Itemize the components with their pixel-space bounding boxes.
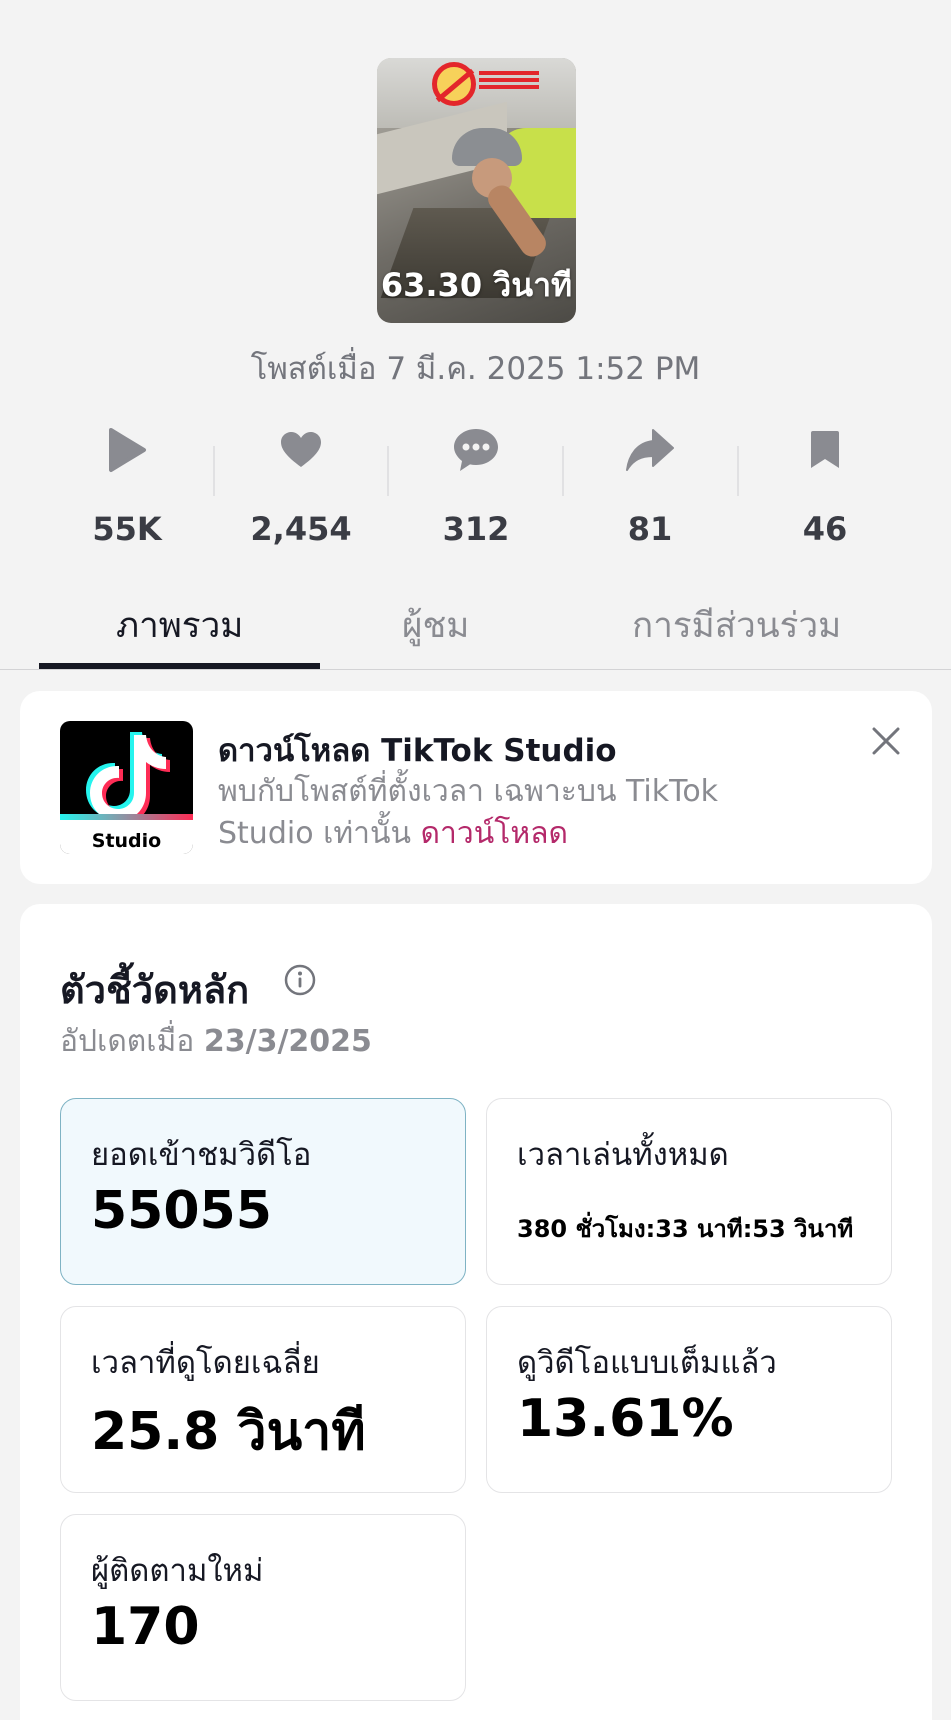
share-icon [575,420,725,480]
updated-value: 23/3/2025 [203,1024,372,1059]
post-analytics-page: 63.30 วินาที โพสต์เมื่อ 7 มี.ค. 2025 1:5… [0,0,951,1720]
play-icon [52,420,202,480]
download-link[interactable]: ดาวน์โหลด [421,816,568,851]
tab-bar: ภาพรวม ผู้ชม การมีส่วนร่วม [0,590,951,670]
metric-value: 55055 [91,1181,272,1241]
stats-row: 55K 2,454 312 81 46 [40,420,910,548]
saves-count: 46 [802,510,848,548]
metric-average-watch-time[interactable]: เวลาที่ดูโดยเฉลี่ย 25.8 วินาที [60,1306,466,1493]
metric-new-followers[interactable]: ผู้ติดตามใหม่ 170 [60,1514,466,1701]
video-duration: 63.30 วินาที [380,266,573,304]
video-thumbnail[interactable]: 63.30 วินาที [377,58,576,323]
stat-saves: 46 [750,420,900,548]
metric-label: ดูวิดีโอแบบเต็มแล้ว [517,1345,777,1381]
tab-engagement[interactable]: การมีส่วนร่วม [632,598,841,653]
stat-comments: 312 [401,420,551,548]
app-icon-label: Studio [91,830,162,852]
divider [562,446,564,496]
divider [387,446,389,496]
tiktok-studio-app-icon: Studio [60,721,193,854]
likes-count: 2,454 [250,510,352,548]
metric-label: ยอดเข้าชมวิดีโอ [91,1137,312,1173]
metrics-title: ตัวชี้วัดหลัก [60,968,250,1012]
shares-count: 81 [627,510,673,548]
download-studio-banner: Studio ดาวน์โหลด TikTok Studio พบกับโพสต… [20,691,932,884]
close-icon[interactable] [868,723,904,759]
logo-badge-text [479,68,539,98]
active-tab-indicator [39,663,320,669]
metric-value: 380 ชั่วโมง:33 นาที:53 วินาที [517,1215,854,1243]
divider [213,446,215,496]
bookmark-icon [750,420,900,480]
updated-date: อัปเดตเมื่อ 23/3/2025 [60,1018,372,1065]
key-metrics-card: ตัวชี้วัดหลัก อัปเดตเมื่อ 23/3/2025 ยอดเ… [20,904,932,1720]
posted-date: โพสต์เมื่อ 7 มี.ค. 2025 1:52 PM [250,351,701,387]
metric-value: 13.61% [517,1389,734,1449]
metric-label: เวลาที่ดูโดยเฉลี่ย [91,1345,320,1381]
info-icon[interactable] [284,964,316,996]
stat-likes: 2,454 [226,420,376,548]
metric-total-play-time[interactable]: เวลาเล่นทั้งหมด 380 ชั่วโมง:33 นาที:53 ว… [486,1098,892,1285]
views-count: 55K [92,510,162,548]
stat-shares: 81 [575,420,725,548]
heart-icon [226,420,376,480]
metric-watched-full-video[interactable]: ดูวิดีโอแบบเต็มแล้ว 13.61% [486,1306,892,1493]
tab-overview[interactable]: ภาพรวม [116,598,243,653]
metric-value: 25.8 วินาที [91,1402,366,1462]
logo-badge-icon [432,62,476,106]
tab-audience[interactable]: ผู้ชม [402,598,469,653]
comments-count: 312 [442,510,510,548]
metric-label: เวลาเล่นทั้งหมด [517,1137,729,1173]
metric-value: 170 [91,1597,200,1657]
metric-video-views[interactable]: ยอดเข้าชมวิดีโอ 55055 [60,1098,466,1285]
comment-icon [401,420,551,480]
stat-views: 55K [52,420,202,548]
divider [737,446,739,496]
banner-description: พบกับโพสต์ที่ตั้งเวลา เฉพาะบน TikTok Stu… [218,771,818,855]
metric-label: ผู้ติดตามใหม่ [91,1553,264,1589]
updated-prefix: อัปเดตเมื่อ [60,1024,195,1059]
banner-title: ดาวน์โหลด TikTok Studio [218,733,617,769]
